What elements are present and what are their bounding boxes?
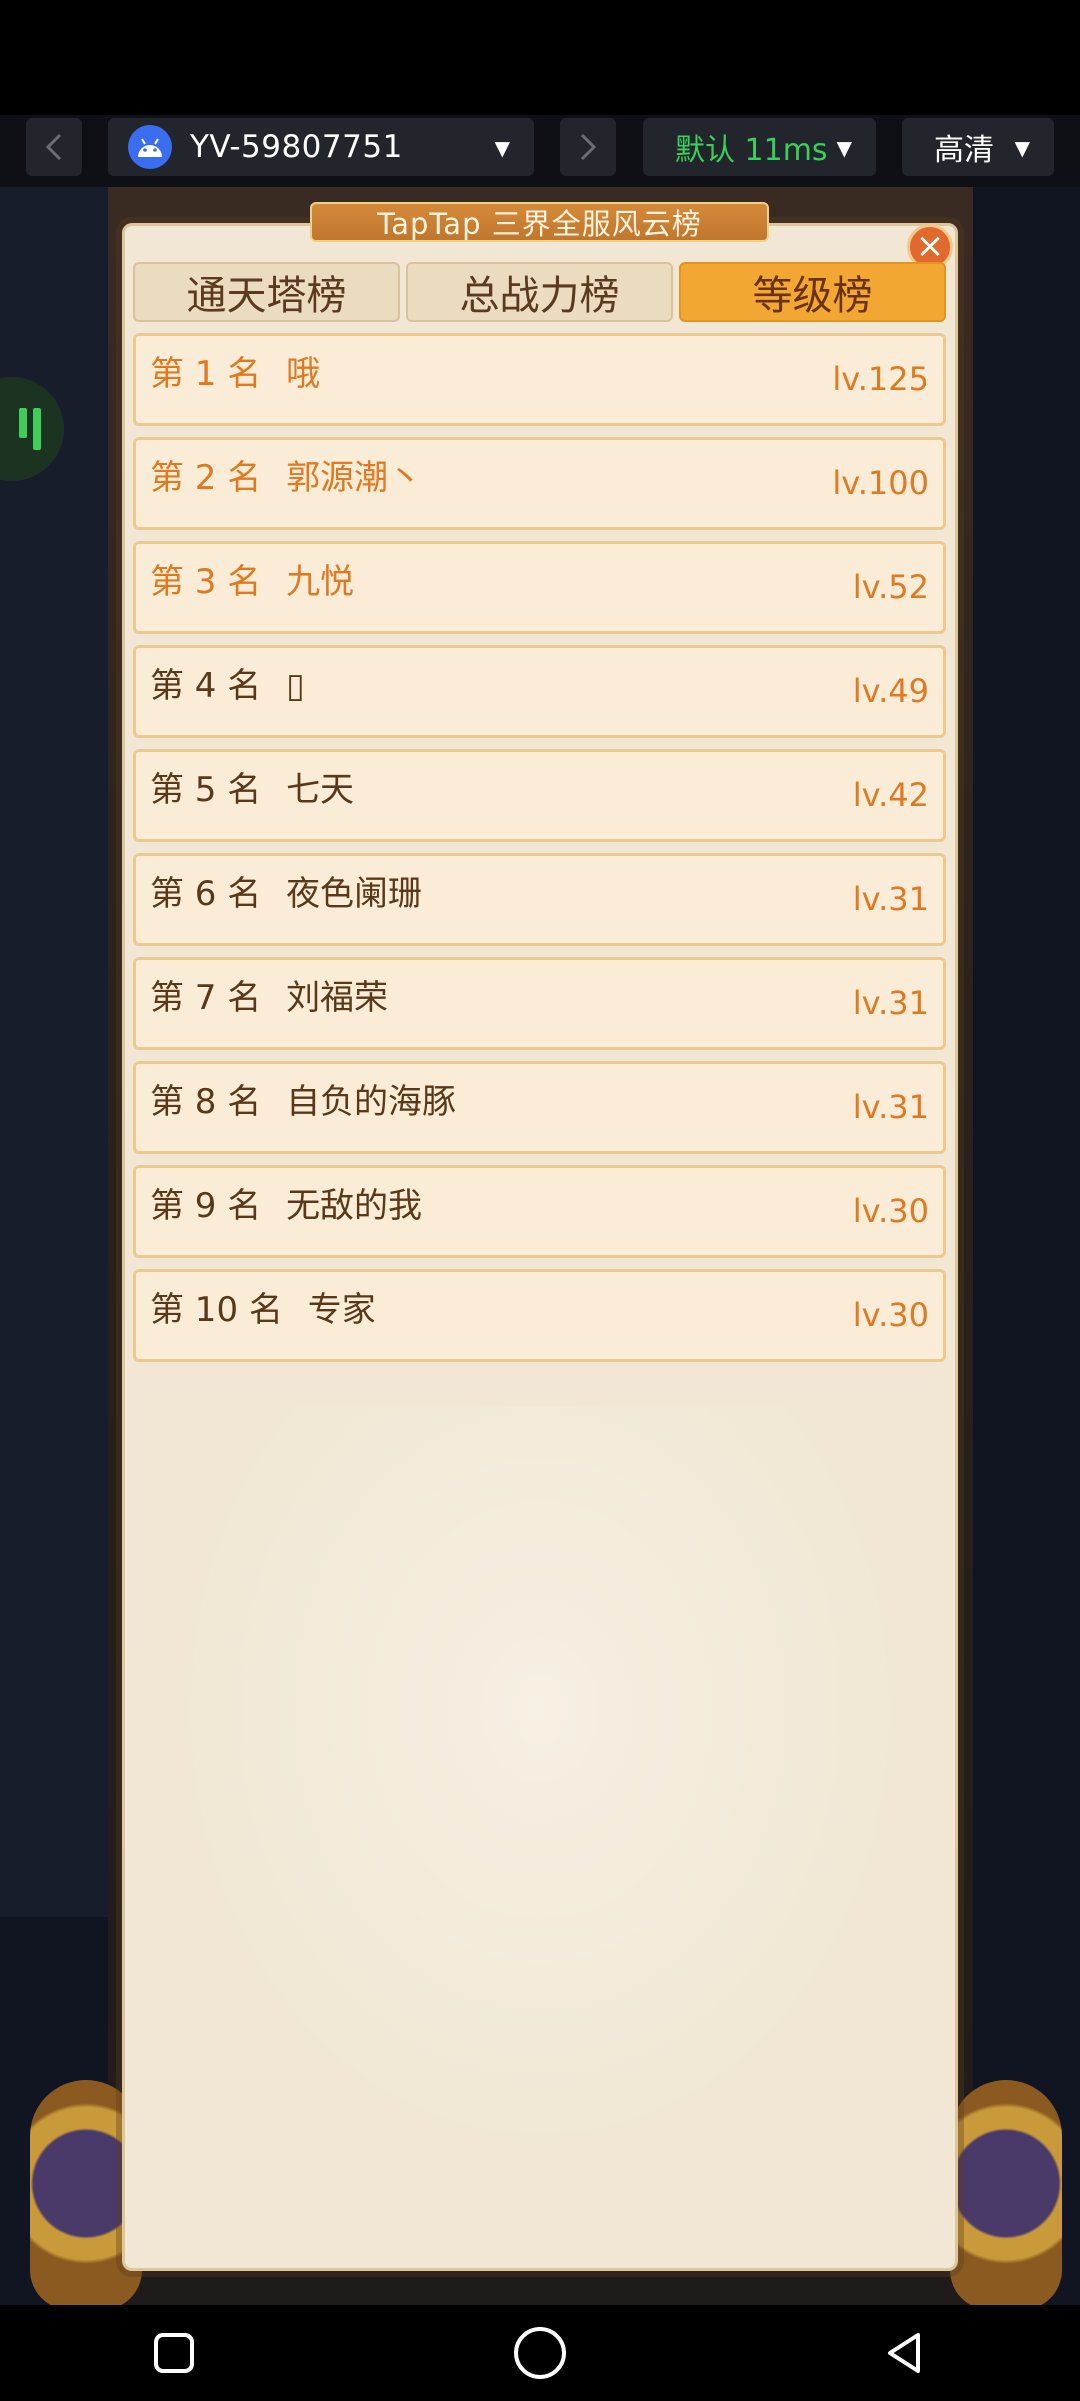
back-icon[interactable] <box>878 2327 930 2379</box>
recent-apps-icon[interactable] <box>154 2333 194 2373</box>
player-name: 无敌的我 <box>286 1186 423 1226</box>
ranking-row[interactable]: 第 2 名 郭源潮丶 lv.100 <box>133 437 946 530</box>
device-selector[interactable]: YV-59807751 ▼ <box>108 118 534 176</box>
player-name: 专家 <box>307 1290 376 1330</box>
ranking-row[interactable]: 第 1 名 哦 lv.125 <box>133 333 946 426</box>
tab-label: 通天塔榜 <box>186 273 347 319</box>
player-level: lv.31 <box>852 880 929 918</box>
cloud-ornament-right <box>950 2080 1062 2305</box>
player-name: 九悦 <box>286 562 355 602</box>
player-name: 自负的海豚 <box>286 1082 457 1122</box>
rank-position: 第 8 名 <box>150 1082 262 1122</box>
panel-watermark <box>165 1406 915 2166</box>
ranking-row[interactable]: 第 10 名 专家 lv.30 <box>133 1269 946 1362</box>
ranking-row[interactable]: 第 6 名 夜色阑珊 lv.31 <box>133 853 946 946</box>
player-name: 七天 <box>286 770 355 810</box>
leaderboard-title-banner: TapTap 三界全服风云榜 <box>310 202 769 242</box>
player-level: lv.42 <box>852 776 929 814</box>
caret-down-icon: ▼ <box>494 136 510 160</box>
player-level: lv.49 <box>852 672 929 710</box>
player-level: lv.31 <box>852 984 929 1022</box>
rank-position: 第 3 名 <box>150 562 262 602</box>
rank-position: 第 4 名 <box>150 666 262 706</box>
ranking-row[interactable]: 第 3 名 九悦 lv.52 <box>133 541 946 634</box>
rank-position: 第 2 名 <box>150 458 262 498</box>
latency-selector[interactable]: 默认 11ms ▼ <box>643 118 876 176</box>
next-button[interactable] <box>560 118 616 176</box>
player-name: 刘福荣 <box>286 978 389 1018</box>
tab-label: 等级榜 <box>752 273 873 319</box>
player-level: lv.30 <box>852 1192 929 1230</box>
player-level: lv.31 <box>852 1088 929 1126</box>
rank-position: 第 5 名 <box>150 770 262 810</box>
rank-position: 第 6 名 <box>150 874 262 914</box>
home-icon[interactable] <box>514 2327 566 2379</box>
device-label: YV-59807751 <box>190 129 403 165</box>
cloud-toolbar: YV-59807751 ▼ 默认 11ms ▼ 高清 ▼ <box>0 115 1080 187</box>
ranking-row[interactable]: 第 7 名 刘福荣 lv.31 <box>133 957 946 1050</box>
close-icon: × <box>915 226 945 266</box>
signal-bars-icon <box>19 408 41 450</box>
caret-down-icon: ▼ <box>836 136 852 160</box>
rank-position: 第 10 名 <box>150 1290 283 1330</box>
quality-selector[interactable]: 高清 ▼ <box>902 118 1054 176</box>
rank-position: 第 1 名 <box>150 354 262 394</box>
android-icon <box>128 125 172 169</box>
chevron-right-icon <box>580 133 597 161</box>
player-level: lv.52 <box>852 568 929 606</box>
player-level: lv.100 <box>832 464 929 502</box>
player-level: lv.125 <box>832 360 929 398</box>
quality-label: 高清 <box>934 133 994 168</box>
player-name: 郭源潮丶 <box>286 458 423 498</box>
tab-level-ranking[interactable]: 等级榜 <box>679 262 946 322</box>
player-name: ▯ <box>286 666 305 706</box>
ranking-row[interactable]: 第 4 名 ▯ lv.49 <box>133 645 946 738</box>
status-bar <box>0 0 1080 115</box>
chevron-left-icon <box>45 133 62 161</box>
player-name: 夜色阑珊 <box>286 874 423 914</box>
leaderboard-title: TapTap 三界全服风云榜 <box>377 207 702 241</box>
tab-label: 总战力榜 <box>459 273 620 319</box>
rank-position: 第 7 名 <box>150 978 262 1018</box>
ranking-row[interactable]: 第 8 名 自负的海豚 lv.31 <box>133 1061 946 1154</box>
player-level: lv.30 <box>852 1296 929 1334</box>
android-navigation-bar <box>0 2305 1080 2401</box>
caret-down-icon: ▼ <box>1014 136 1030 160</box>
rank-position: 第 9 名 <box>150 1186 262 1226</box>
tab-power-ranking[interactable]: 总战力榜 <box>406 262 673 322</box>
ranking-row[interactable]: 第 5 名 七天 lv.42 <box>133 749 946 842</box>
tab-tower-ranking[interactable]: 通天塔榜 <box>133 262 400 322</box>
player-name: 哦 <box>286 354 321 394</box>
ranking-row[interactable]: 第 9 名 无敌的我 lv.30 <box>133 1165 946 1258</box>
latency-label: 默认 11ms <box>675 133 828 168</box>
prev-button[interactable] <box>26 118 82 176</box>
